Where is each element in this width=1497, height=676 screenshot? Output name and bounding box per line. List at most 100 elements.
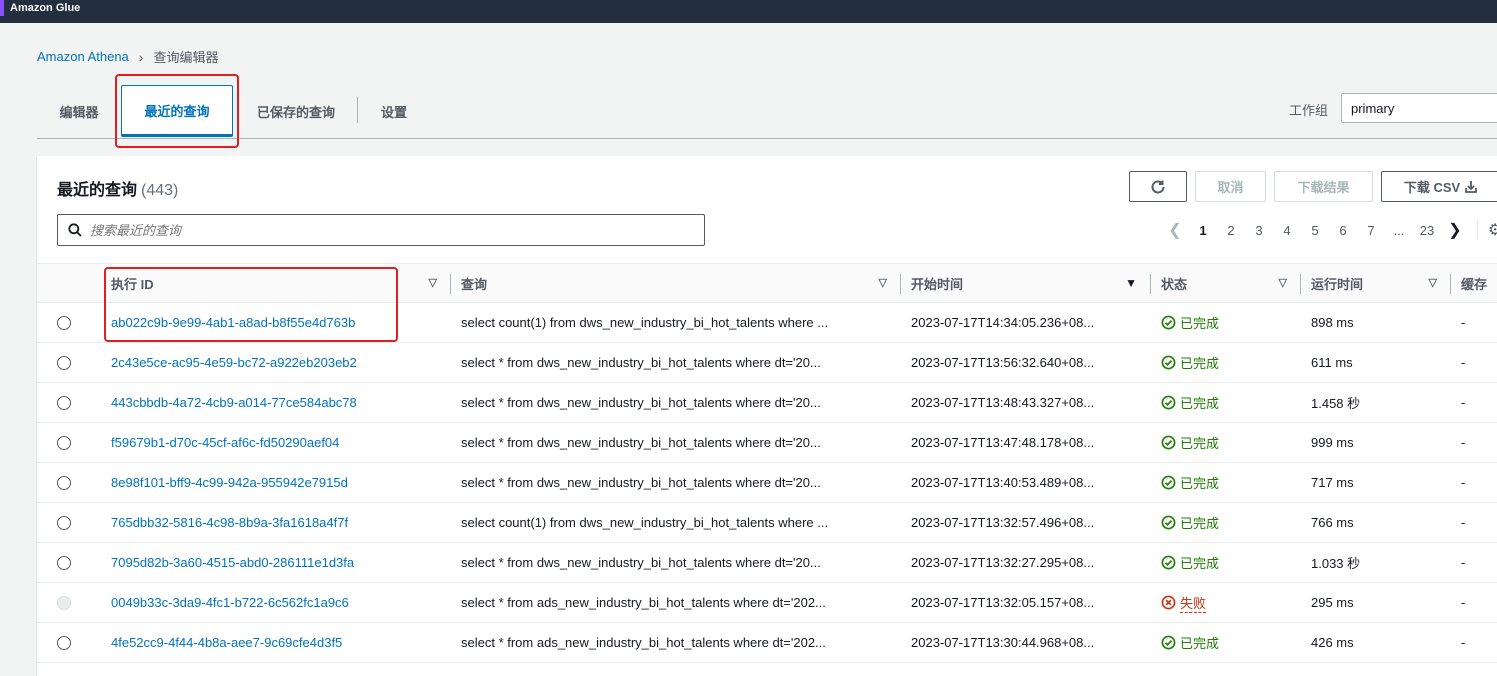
execution-id-cell: 7095d82b-3a60-4515-abd0-286111e1d3fa — [101, 542, 451, 583]
tab-recent-queries[interactable]: 最近的查询 — [121, 85, 233, 137]
chevron-right-icon[interactable]: ❯ — [1441, 220, 1469, 240]
status-cell: 已完成 — [1151, 542, 1301, 583]
pagination: ❮ 1 2 3 4 5 6 7 ... 23 ❯ ⚙ — [1161, 220, 1497, 240]
page-7[interactable]: 7 — [1357, 223, 1385, 238]
page-1[interactable]: 1 — [1189, 223, 1217, 238]
execution-id-link[interactable]: 8e98f101-bff9-4c99-942a-955942e7915d — [111, 475, 348, 490]
gear-icon[interactable]: ⚙ — [1477, 220, 1497, 240]
column-status[interactable]: 状态 ▽ — [1151, 263, 1301, 303]
row-select-cell — [37, 382, 101, 423]
query-cell: select * from dws_new_industry_bi_hot_ta… — [451, 342, 901, 383]
start-time-cell: 2023-07-17T13:48:43.327+08... — [901, 382, 1151, 423]
row-radio[interactable] — [57, 556, 71, 571]
sort-caret-icon[interactable]: ▽ — [879, 276, 887, 289]
status-label: 已完成 — [1180, 636, 1220, 651]
execution-id-cell: f59679b1-d70c-45cf-af6c-fd50290aef04 — [101, 422, 451, 463]
search-input[interactable] — [90, 222, 680, 238]
table-row[interactable]: 2c43e5ce-ac95-4e59-bc72-a922eb203eb2 sel… — [37, 342, 1497, 383]
download-results-button[interactable]: 下载结果 — [1274, 171, 1373, 202]
row-select-cell — [37, 622, 101, 663]
status-cell: 已完成 — [1151, 422, 1301, 463]
start-time-cell: 2023-07-17T13:56:32.640+08... — [901, 342, 1151, 383]
page-23[interactable]: 23 — [1413, 223, 1441, 238]
table-row[interactable]: 8e98f101-bff9-4c99-942a-955942e7915d sel… — [37, 462, 1497, 503]
column-query[interactable]: 查询 ▽ — [451, 263, 901, 303]
sort-caret-icon[interactable]: ▽ — [429, 276, 437, 289]
breadcrumb-current: 查询编辑器 — [153, 50, 219, 65]
breadcrumb-athena-link[interactable]: Amazon Athena — [37, 49, 129, 64]
page-3[interactable]: 3 — [1245, 223, 1273, 238]
queries-table: 执行 ID ▽ 查询 ▽ 开始时间 ▼ 状态 ▽ 运行时间 ▽ 缓存 ab022c9b-9… — [37, 263, 1497, 663]
cache-cell: - — [1451, 302, 1497, 343]
column-start-time[interactable]: 开始时间 ▼ — [901, 263, 1151, 303]
page-5[interactable]: 5 — [1301, 223, 1329, 238]
row-radio[interactable] — [57, 516, 71, 531]
table-row[interactable]: 4fe52cc9-4f44-4b8a-aee7-9c69cfe4d3f5 sel… — [37, 622, 1497, 663]
column-label: 运行时间 — [1311, 276, 1364, 292]
row-radio[interactable] — [57, 596, 71, 611]
chevron-left-icon[interactable]: ❮ — [1161, 220, 1189, 240]
brand-accent — [0, 0, 4, 16]
execution-id-link[interactable]: 2c43e5ce-ac95-4e59-bc72-a922eb203eb2 — [111, 355, 357, 370]
start-time-cell: 2023-07-17T13:32:57.496+08... — [901, 502, 1151, 543]
column-cache[interactable]: 缓存 — [1451, 263, 1497, 303]
execution-id-link[interactable]: 443cbbdb-4a72-4cb9-a014-77ce584abc78 — [111, 395, 357, 410]
query-cell: select * from dws_new_industry_bi_hot_ta… — [451, 382, 901, 423]
search-box[interactable] — [57, 214, 705, 246]
table-row[interactable]: 0049b33c-3da9-4fc1-b722-6c562fc1a9c6 sel… — [37, 582, 1497, 623]
sort-caret-icon[interactable]: ▽ — [1429, 276, 1437, 289]
table-row[interactable]: 7095d82b-3a60-4515-abd0-286111e1d3fa sel… — [37, 542, 1497, 583]
tab-settings[interactable]: 设置 — [367, 85, 421, 137]
cache-cell: - — [1451, 422, 1497, 463]
runtime-cell: 999 ms — [1301, 422, 1451, 463]
query-cell: select count(1) from dws_new_industry_bi… — [451, 502, 901, 543]
page-2[interactable]: 2 — [1217, 223, 1245, 238]
table-body: ab022c9b-9e99-4ab1-a8ad-b8f55e4d763b sel… — [37, 302, 1497, 663]
row-radio[interactable] — [57, 436, 71, 451]
cancel-button[interactable]: 取消 — [1195, 171, 1266, 202]
column-label: 查询 — [461, 276, 488, 292]
page: Amazon Athena › 查询编辑器 编辑器 最近的查询 已保存的查询 设… — [0, 23, 1497, 676]
download-csv-button[interactable]: 下载 CSV — [1381, 171, 1497, 202]
breadcrumb: Amazon Athena › 查询编辑器 — [37, 47, 218, 66]
row-select-cell — [37, 422, 101, 463]
page-4[interactable]: 4 — [1273, 223, 1301, 238]
table-row[interactable]: 765dbb32-5816-4c98-8b9a-3fa1618a4f7f sel… — [37, 502, 1497, 543]
status-success: 已完成 — [1161, 353, 1301, 372]
query-cell: select * from dws_new_industry_bi_hot_ta… — [451, 422, 901, 463]
row-radio[interactable] — [57, 316, 71, 331]
sort-desc-icon[interactable]: ▼ — [1125, 276, 1137, 290]
execution-id-link[interactable]: 7095d82b-3a60-4515-abd0-286111e1d3fa — [111, 555, 354, 570]
execution-id-link[interactable]: 0049b33c-3da9-4fc1-b722-6c562fc1a9c6 — [111, 595, 349, 610]
status-cell: 已完成 — [1151, 462, 1301, 503]
execution-id-link[interactable]: ab022c9b-9e99-4ab1-a8ad-b8f55e4d763b — [111, 315, 355, 330]
status-label: 已完成 — [1180, 476, 1220, 491]
status-cell: 失败 — [1151, 582, 1301, 623]
refresh-button[interactable] — [1129, 171, 1187, 202]
column-execution-id[interactable]: 执行 ID ▽ — [101, 263, 451, 303]
panel-title: 最近的查询 (443) — [57, 176, 178, 200]
table-row[interactable]: 443cbbdb-4a72-4cb9-a014-77ce584abc78 sel… — [37, 382, 1497, 423]
status-failed[interactable]: 失败 — [1161, 593, 1301, 613]
chevron-right-icon: › — [138, 48, 144, 65]
sort-caret-icon[interactable]: ▽ — [1279, 276, 1287, 289]
table-row[interactable]: ab022c9b-9e99-4ab1-a8ad-b8f55e4d763b sel… — [37, 302, 1497, 343]
row-radio[interactable] — [57, 356, 71, 371]
execution-id-link[interactable]: 4fe52cc9-4f44-4b8a-aee7-9c69cfe4d3f5 — [111, 635, 342, 650]
workgroup-select[interactable]: primary — [1341, 93, 1497, 123]
column-runtime[interactable]: 运行时间 ▽ — [1301, 263, 1451, 303]
execution-id-link[interactable]: f59679b1-d70c-45cf-af6c-fd50290aef04 — [111, 435, 339, 450]
row-select-cell — [37, 462, 101, 503]
row-radio[interactable] — [57, 636, 71, 651]
tab-editor[interactable]: 编辑器 — [41, 85, 117, 137]
row-radio[interactable] — [57, 396, 71, 411]
execution-id-cell: ab022c9b-9e99-4ab1-a8ad-b8f55e4d763b — [101, 302, 451, 343]
tab-saved-queries[interactable]: 已保存的查询 — [241, 85, 351, 137]
row-radio[interactable] — [57, 476, 71, 491]
page-6[interactable]: 6 — [1329, 223, 1357, 238]
query-count: (443) — [141, 182, 179, 199]
runtime-cell: 611 ms — [1301, 342, 1451, 383]
check-circle-icon — [1161, 515, 1176, 530]
table-row[interactable]: f59679b1-d70c-45cf-af6c-fd50290aef04 sel… — [37, 422, 1497, 463]
execution-id-link[interactable]: 765dbb32-5816-4c98-8b9a-3fa1618a4f7f — [111, 515, 348, 530]
